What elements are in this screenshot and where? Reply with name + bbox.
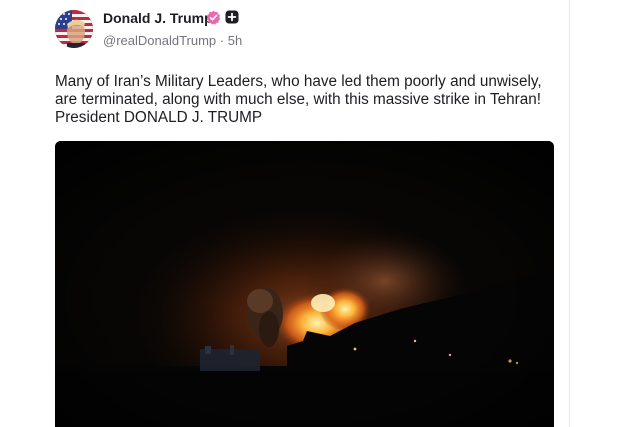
flag-portrait-avatar-icon [55,10,93,48]
author-meta: @realDonaldTrump · 5h [103,33,242,48]
post-timestamp[interactable]: 5h [228,33,242,48]
feed-divider [569,0,570,427]
post-media-image[interactable] [55,141,554,427]
author-handle[interactable]: @realDonaldTrump [103,33,216,48]
plus-square-icon [225,10,239,24]
night-explosion-image [55,141,554,427]
meta-separator: · [219,33,225,48]
verified-badge-icon [206,10,221,25]
author-display-name[interactable]: Donald J. Trump [103,10,213,26]
avatar[interactable] [55,10,93,48]
post-body-text: Many of Iran’s Military Leaders, who hav… [55,73,542,126]
social-post: Donald J. Trump @realDonaldTrump · 5h Ma… [0,0,640,427]
